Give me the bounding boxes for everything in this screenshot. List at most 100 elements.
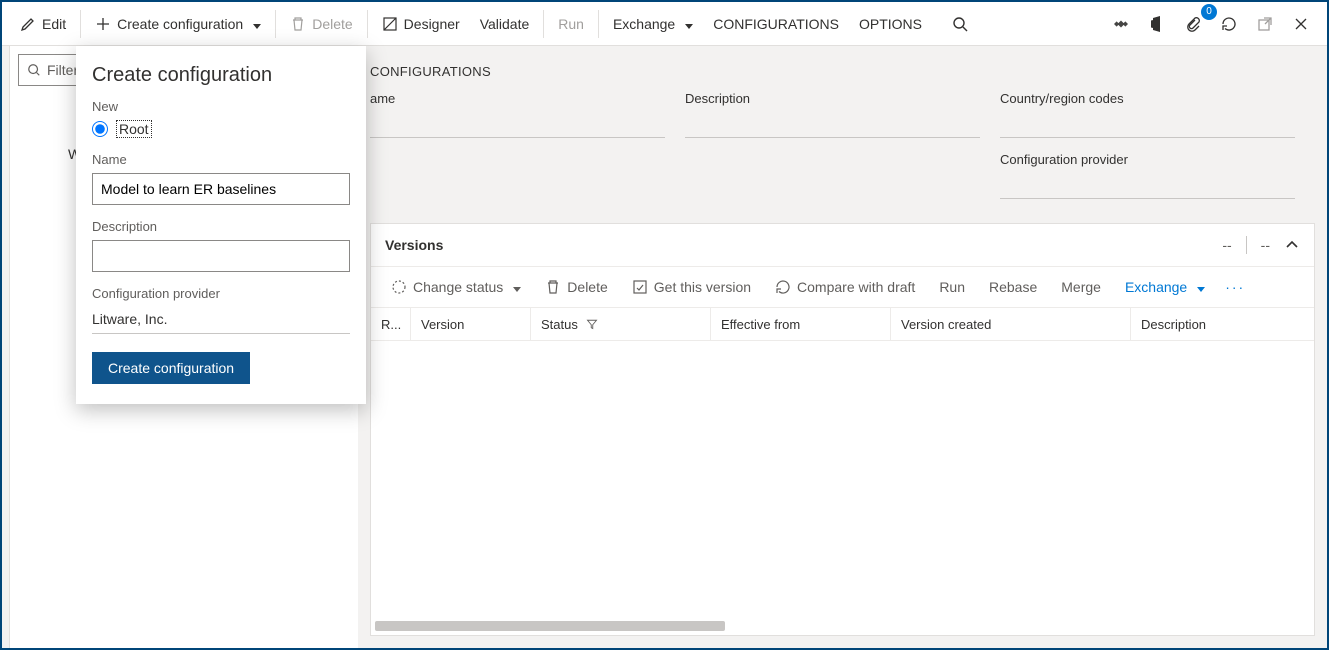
versions-delete-button[interactable]: Delete [535, 275, 617, 299]
toolbar-separator [275, 10, 276, 38]
designer-icon [382, 16, 398, 32]
description-field-label: Description [92, 219, 350, 234]
search-icon [952, 16, 968, 32]
chevron-down-icon [681, 16, 693, 32]
edit-button[interactable]: Edit [10, 10, 76, 38]
refresh-icon [1221, 16, 1237, 32]
close-icon [1293, 16, 1309, 32]
description-label: Description [685, 91, 980, 106]
rebase-button[interactable]: Rebase [979, 275, 1047, 299]
name-label: ame [370, 91, 665, 106]
popout-button[interactable] [1247, 10, 1283, 38]
chevron-down-icon [249, 16, 261, 32]
col-status[interactable]: Status [531, 308, 711, 340]
filter-placeholder: Filter [47, 62, 78, 78]
configurations-tab[interactable]: CONFIGURATIONS [703, 10, 849, 38]
paperclip-icon [1185, 16, 1201, 32]
merge-label: Merge [1061, 279, 1101, 295]
header-dash1: -- [1222, 237, 1231, 253]
chevron-down-icon [1193, 279, 1205, 295]
plus-icon [95, 16, 111, 32]
create-configuration-submit[interactable]: Create configuration [92, 352, 250, 384]
dropdown-title: Create configuration [92, 64, 350, 87]
more-menu[interactable]: ··· [1219, 275, 1251, 299]
toolbar-separator [80, 10, 81, 38]
office-icon-button[interactable] [1139, 10, 1175, 38]
designer-label: Designer [404, 16, 460, 32]
versions-run-button[interactable]: Run [929, 275, 975, 299]
office-icon [1149, 16, 1165, 32]
codes-field[interactable] [1000, 112, 1295, 138]
chevron-up-icon[interactable] [1284, 237, 1300, 253]
cycle-icon [391, 279, 407, 295]
create-configuration-button[interactable]: Create configuration [85, 10, 271, 38]
collapsed-rail[interactable] [2, 46, 10, 648]
col-version-created[interactable]: Version created [891, 308, 1131, 340]
edit-label: Edit [42, 16, 66, 32]
run-label: Run [558, 16, 584, 32]
change-status-button[interactable]: Change status [381, 275, 531, 299]
toolbar-separator [543, 10, 544, 38]
filter-icon [584, 316, 600, 332]
description-field[interactable] [685, 112, 980, 138]
root-radio-label[interactable]: Root [116, 120, 152, 138]
attachment-count: 0 [1201, 4, 1217, 20]
new-label: New [92, 99, 350, 114]
provider-field-label: Configuration provider [92, 286, 350, 301]
name-field-label: Name [92, 152, 350, 167]
create-config-label: Create configuration [117, 16, 243, 32]
name-field[interactable] [370, 112, 665, 138]
create-configuration-dropdown: Create configuration New Root Name Descr… [76, 46, 366, 404]
change-status-label: Change status [413, 279, 503, 295]
chevron-down-icon [509, 279, 521, 295]
attachments-button[interactable]: 0 [1175, 10, 1211, 38]
compare-button[interactable]: Compare with draft [765, 275, 925, 299]
horizontal-scrollbar[interactable] [375, 621, 725, 631]
diamond-icon [1113, 16, 1129, 32]
delete-label: Delete [312, 16, 352, 32]
search-button[interactable] [942, 10, 978, 38]
versions-exchange-menu[interactable]: Exchange [1115, 275, 1215, 299]
provider-field[interactable] [1000, 173, 1295, 199]
exchange-label: Exchange [1125, 279, 1187, 295]
app-link-icon[interactable] [1103, 10, 1139, 38]
compare-label: Compare with draft [797, 279, 915, 295]
options-tab[interactable]: OPTIONS [849, 10, 932, 38]
run-label: Run [939, 279, 965, 295]
toolbar-separator [598, 10, 599, 38]
col-effective-from[interactable]: Effective from [711, 308, 891, 340]
trash-icon [290, 16, 306, 32]
versions-title: Versions [385, 237, 443, 253]
popout-icon [1257, 16, 1273, 32]
edit-square-icon [632, 279, 648, 295]
run-button: Run [548, 10, 594, 38]
description-input[interactable] [92, 240, 350, 272]
validate-label: Validate [480, 16, 530, 32]
col-description[interactable]: Description [1131, 308, 1314, 340]
pencil-icon [20, 16, 36, 32]
filter-input[interactable]: Filter [18, 54, 82, 86]
separator [1246, 236, 1247, 254]
configurations-label: CONFIGURATIONS [713, 16, 839, 32]
provider-value: Litware, Inc. [92, 307, 350, 334]
provider-label: Configuration provider [1000, 152, 1295, 167]
refresh-icon [775, 279, 791, 295]
exchange-menu[interactable]: Exchange [603, 10, 703, 38]
get-version-label: Get this version [654, 279, 751, 295]
rebase-label: Rebase [989, 279, 1037, 295]
exchange-label: Exchange [613, 16, 675, 32]
designer-button[interactable]: Designer [372, 10, 470, 38]
root-radio[interactable] [92, 121, 108, 137]
merge-button[interactable]: Merge [1051, 275, 1111, 299]
header-dash2: -- [1261, 237, 1270, 253]
validate-button[interactable]: Validate [470, 10, 540, 38]
toolbar-separator [367, 10, 368, 38]
options-label: OPTIONS [859, 16, 922, 32]
search-icon [27, 62, 41, 78]
close-button[interactable] [1283, 10, 1319, 38]
col-version[interactable]: Version [411, 308, 531, 340]
name-input[interactable] [92, 173, 350, 205]
col-r[interactable]: R... [371, 308, 411, 340]
get-version-button[interactable]: Get this version [622, 275, 761, 299]
delete-label: Delete [567, 279, 607, 295]
